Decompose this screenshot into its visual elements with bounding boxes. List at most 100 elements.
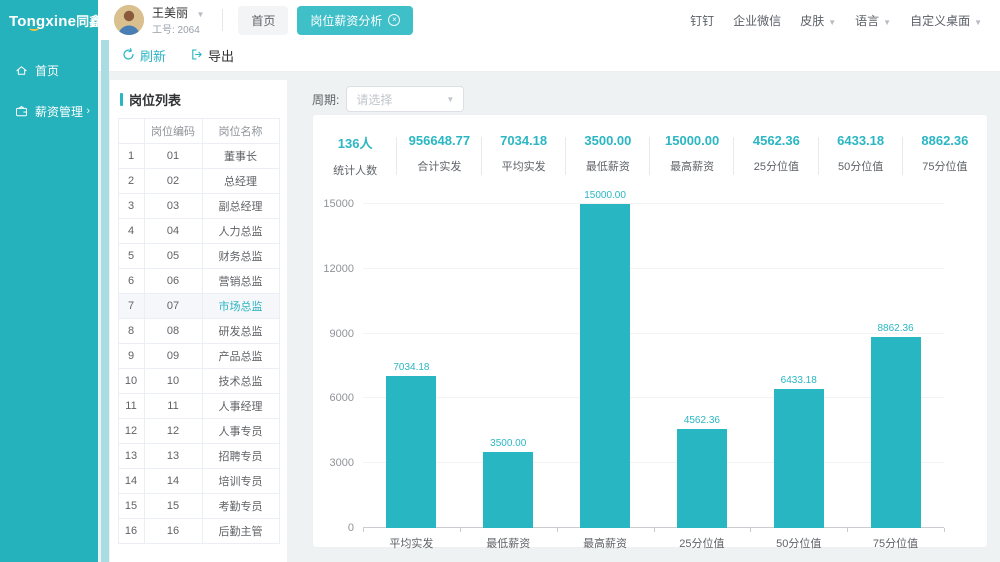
header-menu-item[interactable]: 企业微信 — [733, 12, 781, 29]
chart-bar-slot: 8862.3675分位值 — [847, 204, 944, 528]
sidebar-item-home[interactable]: 首页 — [0, 53, 98, 88]
chart-bar: 4562.36 — [677, 429, 727, 528]
position-name-cell: 人事经理 — [202, 394, 279, 419]
chart-bar: 15000.00 — [580, 204, 630, 528]
position-name-cell: 技术总监 — [202, 369, 279, 394]
export-label: 导出 — [208, 46, 234, 65]
row-index-cell: 15 — [118, 494, 144, 519]
export-icon — [190, 48, 203, 64]
table-row[interactable]: 808研发总监 — [118, 319, 279, 344]
user-name: 王美丽 — [152, 6, 188, 20]
position-name-cell: 考勤专员 — [202, 494, 279, 519]
chevron-down-icon: ▼ — [196, 10, 204, 19]
position-name-cell: 培训专员 — [202, 469, 279, 494]
chart-bars: 7034.18平均实发3500.00最低薪资15000.00最高薪资4562.3… — [363, 204, 944, 528]
period-select[interactable]: 请选择 ▼ — [346, 86, 464, 112]
row-index-cell: 6 — [118, 269, 144, 294]
stat-label: 合计实发 — [397, 158, 481, 174]
position-code-cell: 16 — [144, 519, 202, 544]
x-axis-category-label: 最低薪资 — [460, 535, 557, 551]
position-name-cell: 董事长 — [202, 144, 279, 169]
table-row[interactable]: 202总经理 — [118, 169, 279, 194]
position-code-cell: 03 — [144, 194, 202, 219]
table-row[interactable]: 1111人事经理 — [118, 394, 279, 419]
position-table: 岗位编码岗位名称 101董事长202总经理303副总经理404人力总监505财务… — [118, 118, 280, 544]
row-index-cell: 1 — [118, 144, 144, 169]
stats-row: 136人统计人数956648.77合计实发7034.18平均实发3500.00最… — [313, 128, 987, 184]
page-toolbar: 刷新 导出 — [98, 40, 1000, 72]
x-axis-category-label: 25分位值 — [653, 535, 750, 551]
chart-bar: 8862.36 — [871, 337, 921, 528]
header-menu-item[interactable]: 自定义桌面▼ — [910, 12, 982, 29]
salary-analysis-card: 136人统计人数956648.77合计实发7034.18平均实发3500.00最… — [312, 114, 988, 548]
sidebar: Tongxine同鑫 首页 薪资管理 › — [0, 0, 98, 562]
table-row[interactable]: 1010技术总监 — [118, 369, 279, 394]
logo-smile-mark — [29, 25, 39, 31]
header-menu-item[interactable]: 皮肤▼ — [800, 12, 836, 29]
table-row[interactable]: 303副总经理 — [118, 194, 279, 219]
tab-position-salary-analysis[interactable]: 岗位薪资分析 × — [297, 6, 413, 35]
table-row[interactable]: 101董事长 — [118, 144, 279, 169]
table-row[interactable]: 1212人事专员 — [118, 419, 279, 444]
table-header-cell: 岗位名称 — [202, 119, 279, 144]
table-row[interactable]: 1616后勤主管 — [118, 519, 279, 544]
stat-label: 最低薪资 — [566, 158, 650, 174]
chevron-down-icon: ▼ — [446, 95, 454, 104]
table-row[interactable]: 1515考勤专员 — [118, 494, 279, 519]
close-icon[interactable]: × — [388, 14, 400, 26]
row-index-cell: 2 — [118, 169, 144, 194]
panel-title-text: 岗位列表 — [129, 90, 181, 109]
header-menu-item[interactable]: 语言▼ — [855, 12, 891, 29]
x-axis-tick — [363, 528, 364, 532]
table-row[interactable]: 1414培训专员 — [118, 469, 279, 494]
position-code-cell: 02 — [144, 169, 202, 194]
stat-item: 136人统计人数 — [313, 128, 397, 184]
bar-chart-plot: 030006000900012000150007034.18平均实发3500.0… — [363, 204, 944, 528]
position-name-cell: 市场总监 — [202, 294, 279, 319]
position-code-cell: 06 — [144, 269, 202, 294]
refresh-icon — [122, 48, 135, 64]
table-row[interactable]: 1313招聘专员 — [118, 444, 279, 469]
table-row[interactable]: 606营销总监 — [118, 269, 279, 294]
row-index-cell: 4 — [118, 219, 144, 244]
tab-home[interactable]: 首页 — [238, 6, 288, 35]
export-button[interactable]: 导出 — [190, 46, 234, 65]
stat-label: 平均实发 — [482, 158, 566, 174]
stat-item: 15000.00最高薪资 — [650, 128, 734, 184]
row-index-cell: 16 — [118, 519, 144, 544]
bar-value-label: 15000.00 — [584, 190, 626, 201]
stat-item: 8862.3675分位值 — [903, 128, 987, 184]
stat-value: 3500.00 — [566, 133, 650, 148]
user-avatar[interactable] — [114, 5, 144, 35]
position-code-cell: 10 — [144, 369, 202, 394]
table-row[interactable]: 404人力总监 — [118, 219, 279, 244]
y-axis-tick-label: 9000 — [330, 328, 354, 340]
position-table-body: 10 1 董事长202总经理303副总经理404人力总监505财务总监606营销总监… — [118, 144, 279, 544]
bar-value-label: 3500.00 — [490, 438, 526, 449]
position-name-cell: 研发总监 — [202, 319, 279, 344]
row-index-cell: 10 — [118, 369, 144, 394]
chevron-down-icon: ▼ — [828, 18, 836, 27]
period-filter: 周期: 请选择 ▼ — [312, 86, 464, 112]
table-row[interactable]: 505财务总监 — [118, 244, 279, 269]
table-row[interactable]: 909产品总监 — [118, 344, 279, 369]
position-name-cell: 营销总监 — [202, 269, 279, 294]
stat-value: 4562.36 — [734, 133, 818, 148]
y-axis-tick-label: 0 — [348, 522, 354, 534]
chart-bar: 7034.18 — [386, 376, 436, 528]
user-menu[interactable]: 王美丽 ▼ 工号: 2064 — [152, 3, 204, 38]
stat-item: 4562.3625分位值 — [734, 128, 818, 184]
period-label: 周期: — [312, 91, 339, 108]
table-row[interactable]: 707市场总监 — [118, 294, 279, 319]
sidebar-item-salary-management[interactable]: 薪资管理 › — [0, 94, 98, 129]
header-menu-item[interactable]: 钉钉 — [690, 12, 714, 29]
logo-text-en: Tongxine — [9, 13, 76, 30]
stat-value: 8862.36 — [903, 133, 987, 148]
tab-label: 岗位薪资分析 — [310, 12, 382, 29]
y-axis-tick-label: 3000 — [330, 457, 354, 469]
title-accent-bar — [120, 93, 123, 106]
header-right-menu: 钉钉 企业微信 皮肤▼ 语言▼ 自定义桌面▼ — [690, 12, 1000, 29]
app-logo: Tongxine同鑫 — [0, 0, 98, 31]
panel-title: 岗位列表 — [120, 90, 287, 109]
refresh-button[interactable]: 刷新 — [122, 46, 166, 65]
